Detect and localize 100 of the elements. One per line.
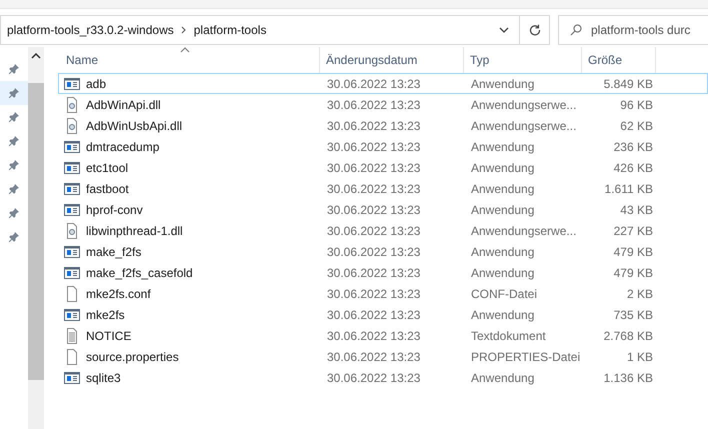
pin-icon[interactable] bbox=[9, 160, 19, 170]
type-cell-text: Anwendung bbox=[470, 160, 536, 174]
search-field[interactable]: platform-tools durc bbox=[558, 15, 708, 45]
address-bar[interactable]: platform-tools_r33.0.2-windows platform-tools bbox=[0, 15, 550, 45]
date-cell-text: 30.06.2022 13:23 bbox=[326, 182, 422, 196]
date-cell-text: 30.06.2022 13:23 bbox=[326, 370, 422, 384]
size-cell-text: 96 KB bbox=[620, 98, 654, 112]
file-row[interactable]: libwinpthread-1.dll 30.06.2022 13:23 Anwendungserwe... 227 KB bbox=[58, 220, 708, 241]
application-icon bbox=[64, 244, 80, 260]
type-cell-text: Anwendung bbox=[470, 182, 536, 196]
date-cell-text: 30.06.2022 13:23 bbox=[326, 244, 422, 258]
file-name: AdbWinUsbApi.dll bbox=[86, 118, 182, 132]
application-icon bbox=[64, 370, 80, 386]
size-cell-text: 227 KB bbox=[614, 224, 654, 238]
file-row[interactable]: mke2fs.conf 30.06.2022 13:23 CONF-Datei 2 KB bbox=[58, 283, 708, 304]
size-cell-text: 735 KB bbox=[614, 308, 654, 322]
file-row[interactable]: make_f2fs 30.06.2022 13:23 Anwendung 479 KB bbox=[58, 241, 708, 262]
date-cell-text: 30.06.2022 13:23 bbox=[326, 286, 422, 300]
search-icon bbox=[570, 24, 582, 36]
type-cell-text: Anwendung bbox=[470, 266, 536, 280]
text-document-icon bbox=[64, 328, 80, 344]
pin-icon[interactable] bbox=[9, 112, 19, 122]
application-icon bbox=[64, 264, 80, 280]
size-cell-text: 236 KB bbox=[614, 140, 654, 154]
file-name: make_f2fs_casefold bbox=[86, 266, 193, 280]
file-name: make_f2fs bbox=[86, 244, 142, 258]
pin-icon[interactable] bbox=[9, 136, 19, 146]
type-cell-text: Anwendung bbox=[470, 244, 536, 258]
date-cell-text: 30.06.2022 13:23 bbox=[326, 308, 422, 322]
file-row[interactable]: etc1tool 30.06.2022 13:23 Anwendung 426 KB bbox=[58, 157, 708, 178]
size-cell-text: 1.136 KB bbox=[604, 370, 654, 384]
size-cell-text: 2 KB bbox=[626, 286, 654, 300]
file-row[interactable]: NOTICE 30.06.2022 13:23 Textdokument 2.768 KB bbox=[58, 325, 708, 346]
column-header[interactable]: Typ bbox=[464, 47, 582, 73]
size-cell-text: 2.768 KB bbox=[604, 328, 654, 342]
refresh-icon bbox=[528, 24, 540, 36]
file-name: mke2fs.conf bbox=[86, 286, 151, 300]
file-row[interactable]: fastboot 30.06.2022 13:23 Anwendung 1.611 KB bbox=[58, 178, 708, 199]
breadcrumb-item[interactable]: platform-tools_r33.0.2-windows bbox=[1, 23, 174, 37]
file-name: dmtracedump bbox=[86, 140, 160, 154]
breadcrumb-item[interactable]: platform-tools bbox=[188, 23, 266, 37]
file-row[interactable]: dmtracedump 30.06.2022 13:23 Anwendung 236 KB bbox=[58, 136, 708, 157]
date-cell-text: 30.06.2022 13:23 bbox=[326, 98, 422, 112]
file-name: sqlite3 bbox=[86, 370, 121, 384]
size-cell-text: 5.849 KB bbox=[604, 76, 654, 90]
application-icon bbox=[64, 306, 80, 322]
type-cell-text: Textdokument bbox=[470, 328, 547, 342]
scrollbar[interactable] bbox=[28, 47, 44, 429]
file-row[interactable]: sqlite3 30.06.2022 13:23 Anwendung 1.136 KB bbox=[58, 367, 708, 388]
file-row[interactable]: make_f2fs_casefold 30.06.2022 13:23 Anwendung 479 KB bbox=[58, 262, 708, 283]
file-row[interactable]: AdbWinApi.dll 30.06.2022 13:23 Anwendungserwe... 96 KB bbox=[58, 94, 708, 115]
application-icon bbox=[64, 76, 80, 92]
type-cell-text: Anwendung bbox=[470, 370, 536, 384]
type-cell-text: Anwendungserwe... bbox=[470, 118, 578, 132]
size-cell-text: 1 KB bbox=[626, 350, 654, 364]
file-row[interactable]: adb 30.06.2022 13:23 Anwendung 5.849 KB bbox=[58, 73, 708, 94]
application-icon bbox=[64, 160, 80, 176]
type-cell-text: Anwendung bbox=[470, 308, 536, 322]
date-cell-text: 30.06.2022 13:23 bbox=[326, 224, 422, 238]
column-header[interactable]: Änderungsdatum bbox=[320, 47, 464, 73]
file-name: NOTICE bbox=[86, 328, 132, 342]
file-row[interactable]: mke2fs 30.06.2022 13:23 Anwendung 735 KB bbox=[58, 304, 708, 325]
file-row[interactable]: source.properties 30.06.2022 13:23 PROPERTIES-Datei 1 KB bbox=[58, 346, 708, 367]
date-cell-text: 30.06.2022 13:23 bbox=[326, 266, 422, 280]
date-cell-text: 30.06.2022 13:23 bbox=[326, 202, 422, 216]
scroll-up-icon[interactable] bbox=[31, 53, 41, 59]
type-cell-text: Anwendung bbox=[470, 76, 536, 90]
size-cell-text: 426 KB bbox=[614, 160, 654, 174]
pin-icon[interactable] bbox=[9, 64, 19, 74]
pin-icon[interactable] bbox=[9, 208, 19, 218]
date-cell-text: 30.06.2022 13:23 bbox=[326, 350, 422, 364]
scrollbar-thumb[interactable] bbox=[28, 83, 44, 380]
file-name: etc1tool bbox=[86, 160, 128, 174]
file-name: source.properties bbox=[86, 350, 179, 364]
date-cell-text: 30.06.2022 13:23 bbox=[326, 328, 422, 342]
date-cell-text: 30.06.2022 13:23 bbox=[326, 118, 422, 132]
application-icon bbox=[64, 180, 80, 196]
file-name: libwinpthread-1.dll bbox=[86, 224, 183, 238]
size-cell-text: 43 KB bbox=[620, 202, 654, 216]
pin-icon[interactable] bbox=[9, 88, 19, 98]
pin-icon[interactable] bbox=[9, 184, 19, 194]
file-icon bbox=[64, 286, 80, 302]
type-cell-text: Anwendungserwe... bbox=[470, 98, 578, 112]
type-cell-text: PROPERTIES-Datei bbox=[470, 350, 582, 364]
size-cell-text: 62 KB bbox=[620, 118, 654, 132]
column-header[interactable]: Größe bbox=[582, 47, 656, 73]
pin-icon[interactable] bbox=[9, 232, 19, 242]
file-row[interactable]: hprof-conv 30.06.2022 13:23 Anwendung 43 KB bbox=[58, 199, 708, 220]
application-icon bbox=[64, 138, 80, 154]
size-cell-text: 1.611 KB bbox=[604, 182, 654, 196]
file-row[interactable]: AdbWinUsbApi.dll 30.06.2022 13:23 Anwendungserwe... 62 KB bbox=[58, 115, 708, 136]
column-header[interactable]: Name bbox=[58, 47, 320, 73]
type-cell-text: Anwendungserwe... bbox=[470, 224, 578, 238]
type-cell-text: Anwendung bbox=[470, 202, 536, 216]
file-name: hprof-conv bbox=[86, 202, 143, 216]
file-name: fastboot bbox=[86, 182, 129, 196]
type-cell-text: CONF-Datei bbox=[470, 286, 538, 300]
file-name: adb bbox=[86, 76, 106, 90]
date-cell-text: 30.06.2022 13:23 bbox=[326, 160, 422, 174]
file-name: AdbWinApi.dll bbox=[86, 98, 161, 112]
